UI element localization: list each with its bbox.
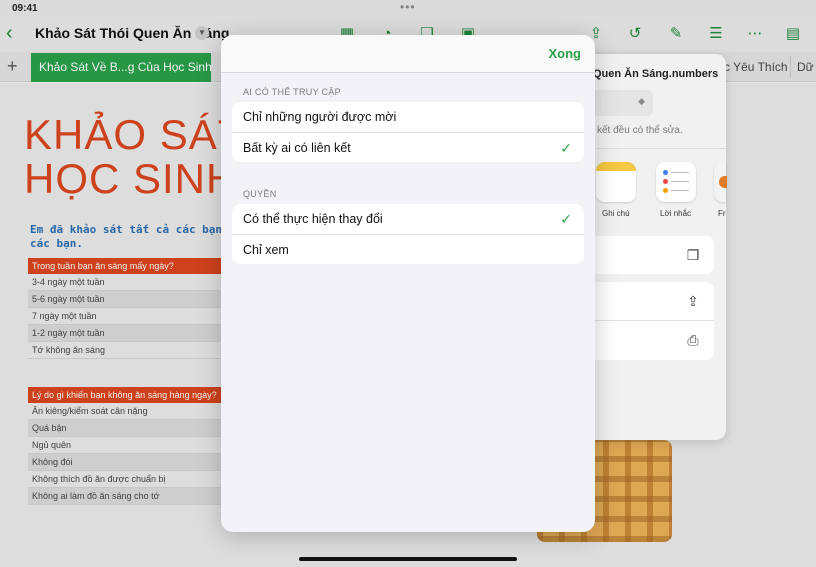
action-group: ⇪ ⎙ — [580, 282, 714, 360]
app-label-freeform: Fr — [718, 209, 726, 218]
section-label-access: AI CÓ THỂ TRUY CẬP — [243, 87, 341, 97]
option-label: Bất kỳ ai có liên kết — [243, 141, 351, 155]
print-icon[interactable]: ⎙ — [684, 331, 702, 349]
option-view-only[interactable]: Chỉ xem — [232, 234, 584, 264]
notes-app-icon[interactable] — [596, 162, 636, 202]
reminders-app-icon[interactable] — [656, 162, 696, 202]
access-options-group: Chỉ những người được mời Bất kỳ ai có li… — [232, 102, 584, 162]
checkmark-icon: ✓ — [560, 140, 572, 156]
copy-icon: ❐ — [686, 247, 700, 263]
copy-action-row[interactable]: ❐ — [580, 236, 714, 274]
option-invited-only[interactable]: Chỉ những người được mời — [232, 102, 584, 132]
option-label: Chỉ xem — [243, 243, 289, 257]
share-icon[interactable]: ⇪ — [684, 292, 702, 310]
app-label-notes: Ghi chú — [602, 209, 630, 218]
checkmark-icon: ✓ — [560, 211, 572, 227]
option-label: Chỉ những người được mời — [243, 110, 397, 124]
option-can-make-changes[interactable]: Có thể thực hiện thay đổi ✓ — [232, 204, 584, 234]
done-button[interactable]: Xong — [549, 46, 582, 61]
app-label-reminders: Lời nhắc — [660, 209, 692, 218]
freeform-app-icon[interactable] — [714, 162, 727, 202]
option-label: Có thể thực hiện thay đổi — [243, 212, 383, 226]
permission-options-group: Có thể thực hiện thay đổi ✓ Chỉ xem — [232, 204, 584, 264]
home-indicator[interactable] — [299, 557, 517, 561]
sheet-header: Xong — [221, 35, 595, 73]
chevron-updown-icon: ◆ — [638, 96, 645, 106]
option-anyone-with-link[interactable]: Bất kỳ ai có liên kết ✓ — [232, 132, 584, 162]
share-access-description[interactable]: kết đều có thể sửa. — [597, 125, 683, 136]
divider — [580, 320, 714, 321]
access-settings-sheet: Xong AI CÓ THỂ TRUY CẬP Chỉ những người … — [221, 35, 595, 532]
section-label-permission: QUYỀN — [243, 189, 277, 199]
share-file-name: Quen Ăn Sáng.numbers — [593, 68, 719, 80]
